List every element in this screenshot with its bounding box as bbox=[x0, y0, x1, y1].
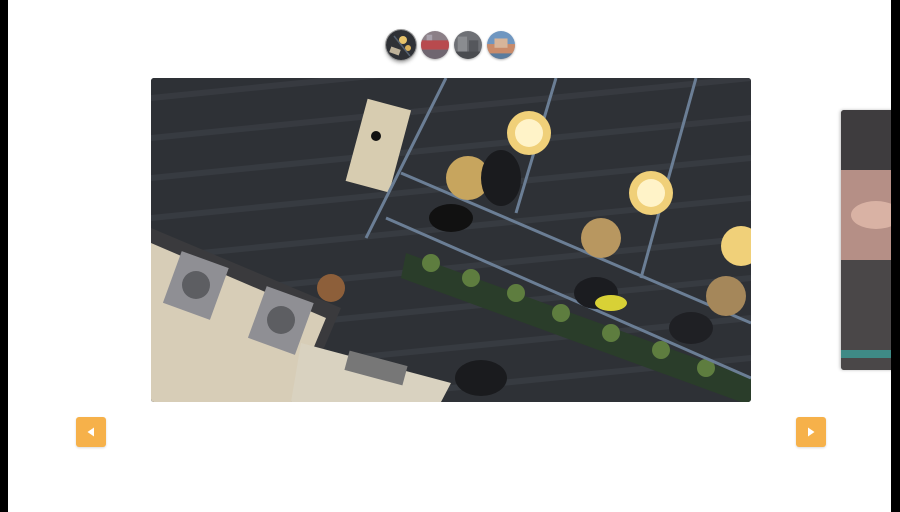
previous-slide-button[interactable] bbox=[76, 417, 106, 447]
play-right-icon bbox=[808, 427, 815, 437]
overhead-cafe-photo-icon bbox=[151, 78, 751, 402]
carousel-page bbox=[8, 0, 891, 512]
thumbnail-2[interactable] bbox=[421, 31, 449, 59]
thumbnail-4[interactable] bbox=[487, 31, 515, 59]
next-slide-button[interactable] bbox=[796, 417, 826, 447]
gray-scene-thumbnail-icon bbox=[454, 31, 482, 59]
play-left-icon bbox=[87, 427, 94, 437]
thumbnail-1[interactable] bbox=[386, 30, 416, 60]
cafe-thumbnail-icon bbox=[386, 30, 416, 60]
thumbnail-3[interactable] bbox=[454, 31, 482, 59]
blue-scene-thumbnail-icon bbox=[487, 31, 515, 59]
next-slide-preview[interactable] bbox=[841, 110, 891, 370]
red-scene-thumbnail-icon bbox=[421, 31, 449, 59]
main-slide-image[interactable] bbox=[151, 78, 751, 402]
next-photo-peek-icon bbox=[841, 110, 891, 370]
thumbnail-nav bbox=[386, 30, 515, 60]
